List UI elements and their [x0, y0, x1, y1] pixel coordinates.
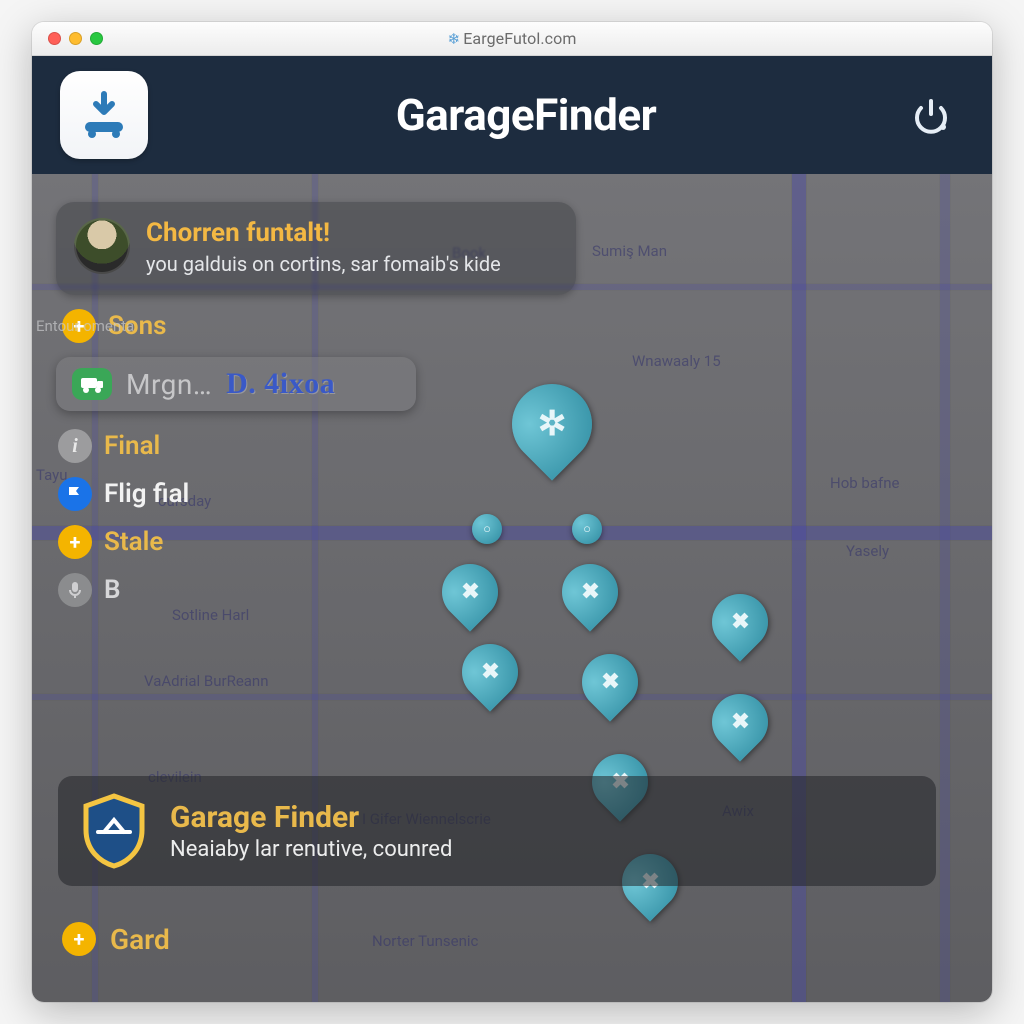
- avatar[interactable]: [74, 218, 130, 274]
- flag-icon: [58, 477, 92, 511]
- app-logo[interactable]: [60, 71, 148, 159]
- map-label: VaAdrial BurReann: [144, 672, 269, 690]
- app-title: GarageFinder: [396, 89, 657, 141]
- chip-label: Gard: [110, 923, 170, 956]
- map-label: Sumiş Man: [592, 242, 667, 260]
- list-item[interactable]: i Final: [58, 429, 574, 463]
- bottom-banner[interactable]: Garage Finder Neaiaby lar renutive, coun…: [58, 776, 936, 886]
- overlay-panel: Chorren funtalt! you galduis on cortins,…: [56, 202, 576, 611]
- banner-title: Garage Finder: [170, 800, 452, 835]
- address-bar[interactable]: ❄EargeFutol.com: [448, 29, 577, 48]
- list-item[interactable]: + Stale: [58, 525, 574, 559]
- plus-icon: +: [62, 922, 96, 956]
- mic-icon: [58, 573, 92, 607]
- list-item-label: Final: [104, 431, 160, 461]
- search-value: D. 4ixoa: [226, 367, 335, 401]
- map-label: Hob bafne: [830, 474, 899, 492]
- banner-subtitle: Neaiaby lar renutive, counred: [170, 837, 452, 862]
- app-window: ❄EargeFutol.com GarageFinder: [32, 22, 992, 1002]
- list-item-label: Flig fial: [104, 479, 189, 509]
- shield-icon: [78, 792, 150, 870]
- chip-gard[interactable]: + Gard: [62, 922, 170, 956]
- info-icon: i: [58, 429, 92, 463]
- url-text: EargeFutol.com: [463, 29, 576, 48]
- traffic-lights: [32, 32, 103, 45]
- app-header: GarageFinder: [32, 56, 992, 174]
- map-label: Norter Tunsenic: [372, 932, 478, 950]
- minimize-window-button[interactable]: [69, 32, 82, 45]
- map-label: Wnawaaly 15: [632, 352, 721, 370]
- side-text: Entour omenta: [36, 318, 134, 335]
- plus-icon: +: [58, 525, 92, 559]
- list-item-label: B: [104, 575, 121, 605]
- filter-list: i Final Flig fial + Stale: [56, 425, 576, 611]
- zoom-window-button[interactable]: [90, 32, 103, 45]
- list-item[interactable]: Flig fial: [58, 477, 574, 511]
- close-window-button[interactable]: [48, 32, 61, 45]
- download-car-icon: [77, 88, 131, 142]
- list-item[interactable]: B: [58, 573, 574, 607]
- map-canvas[interactable]: Book Sumiş Man Wnawaaly 15 Hob bafne Yas…: [32, 174, 992, 1002]
- titlebar: ❄EargeFutol.com: [32, 22, 992, 56]
- map-label: Yasely: [846, 542, 889, 560]
- profile-subtitle: you galduis on cortins, sar fomaib's kid…: [146, 252, 501, 277]
- profile-title: Chorren funtalt!: [146, 218, 501, 248]
- snowflake-icon: ❄: [448, 30, 461, 48]
- power-icon: [909, 93, 953, 137]
- vehicle-icon: [72, 368, 112, 400]
- list-item-label: Stale: [104, 527, 163, 557]
- map-pin[interactable]: [572, 514, 602, 544]
- search-card[interactable]: Mrgn… D. 4ixoa: [56, 357, 416, 411]
- profile-card: Chorren funtalt! you galduis on cortins,…: [56, 202, 576, 295]
- power-refresh-button[interactable]: [904, 88, 958, 142]
- search-placeholder: Mrgn…: [126, 368, 212, 401]
